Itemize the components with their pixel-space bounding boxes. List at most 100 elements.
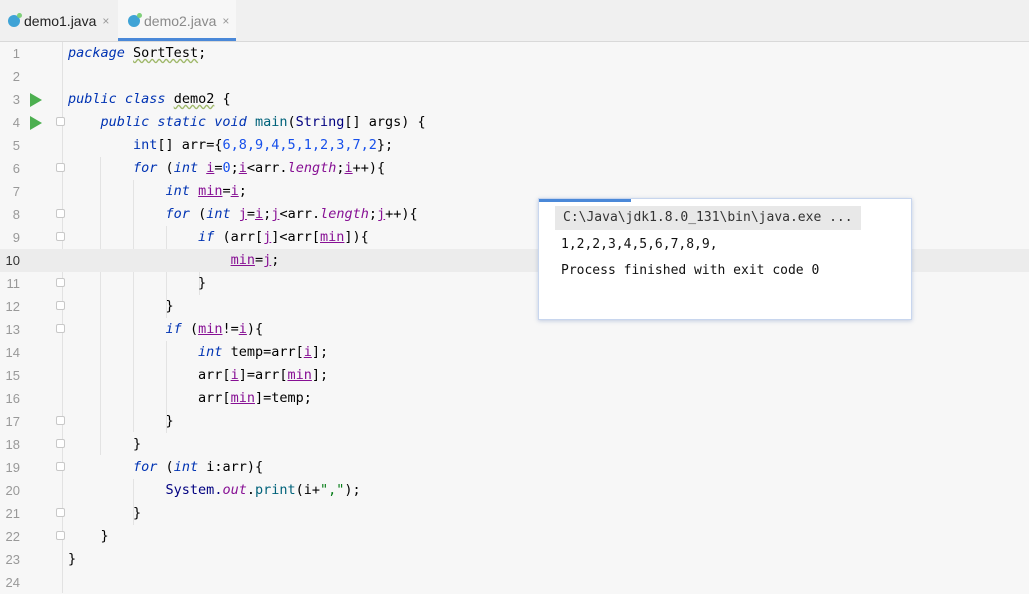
code-text: ++){ (385, 206, 418, 222)
line-number: 3 (12, 92, 20, 107)
variable: i (344, 160, 353, 176)
line-number: 1 (12, 46, 20, 61)
code-line: 14 int temp=arr[i]; (0, 341, 1029, 364)
fold-icon[interactable] (56, 117, 65, 126)
close-icon[interactable]: × (222, 14, 229, 28)
close-icon[interactable]: × (102, 14, 109, 28)
method-name: print (254, 482, 296, 498)
code-line: 21 } (0, 502, 1029, 525)
code-text: ( (181, 321, 199, 337)
code-text: <arr. (279, 206, 321, 222)
run-icon[interactable] (30, 93, 42, 107)
code-text: ( (157, 160, 174, 176)
field: length (287, 160, 337, 176)
code-line: 19 for (int i:arr){ (0, 456, 1029, 479)
fold-icon[interactable] (56, 439, 65, 448)
type-keyword: int (206, 206, 231, 222)
method-name: main (254, 114, 288, 130)
code-line: 20 System.out.print(i+","); (0, 479, 1029, 502)
fold-icon[interactable] (56, 324, 65, 333)
code-text: ]){ (344, 229, 369, 245)
number-literal: 0 (222, 160, 231, 176)
code-text: ; (230, 160, 239, 176)
variable: i (230, 183, 239, 199)
code-text: ; (238, 183, 247, 199)
line-number: 22 (5, 529, 20, 544)
line-number: 9 (12, 230, 20, 245)
variable: min (198, 183, 223, 199)
editor-tab-bar: demo1.java × demo2.java × (0, 0, 1029, 42)
code-text: arr[ (198, 367, 231, 383)
tab-label: demo2.java (144, 12, 217, 29)
tab-label: demo1.java (24, 12, 97, 29)
package-name: SortTest (133, 45, 199, 61)
run-output-popup[interactable]: C:\Java\jdk1.8.0_131\bin\java.exe ... 1,… (538, 198, 912, 320)
keyword: if (165, 321, 182, 337)
fold-icon[interactable] (56, 163, 65, 172)
line-number: 24 (5, 575, 20, 590)
code-text: <arr. (246, 160, 288, 176)
code-line: 15 arr[i]=arr[min]; (0, 364, 1029, 387)
fold-icon[interactable] (56, 232, 65, 241)
code-text: ; (271, 252, 280, 268)
code-line: 2 (0, 65, 1029, 88)
tab-demo1-java[interactable]: demo1.java × (8, 0, 109, 41)
process-status: Process finished with exit code 0 (561, 263, 820, 278)
code-line: 16 arr[min]=temp; (0, 387, 1029, 410)
active-tab-indicator (118, 38, 236, 41)
variable: min (287, 367, 312, 383)
code-line: 5 int[] arr={6,8,9,4,5,1,2,3,7,2}; (0, 134, 1029, 157)
code-text: ]=arr[ (238, 367, 288, 383)
code-text: { (214, 91, 231, 107)
code-text: ; (368, 206, 377, 222)
fold-icon[interactable] (56, 301, 65, 310)
type-keyword: int (133, 137, 158, 153)
code-text: [] args) { (344, 114, 426, 130)
line-number: 15 (5, 368, 20, 383)
code-line: 22 } (0, 525, 1029, 548)
line-number: 7 (12, 184, 20, 199)
keyword: for (133, 459, 158, 475)
code-text: }; (376, 137, 394, 153)
type-keyword: int (165, 183, 190, 199)
variable: i (238, 160, 247, 176)
fold-icon[interactable] (56, 209, 65, 218)
code-text: . (246, 482, 255, 498)
fold-icon[interactable] (56, 462, 65, 471)
code-text: = (254, 252, 264, 268)
type-keyword: int (173, 160, 199, 176)
code-line: 13 if (min!=i){ (0, 318, 1029, 341)
run-icon[interactable] (30, 116, 42, 130)
code-text: } (165, 413, 174, 429)
fold-icon[interactable] (56, 278, 65, 287)
code-text: } (133, 505, 142, 521)
code-text: } (198, 275, 207, 291)
code-text: ++){ (352, 160, 386, 176)
code-text: ){ (246, 321, 264, 337)
code-text: } (68, 551, 77, 567)
line-number: 10 (5, 253, 20, 268)
code-text: i:arr){ (198, 459, 264, 475)
line-number: 13 (5, 322, 20, 337)
line-number: 16 (5, 391, 20, 406)
line-number: 6 (12, 161, 20, 176)
field: length (320, 206, 369, 222)
fold-icon[interactable] (56, 416, 65, 425)
line-number: 11 (6, 276, 21, 291)
line-number: 18 (5, 437, 20, 452)
code-line: 6 for (int i=0;i<arr.length;i++){ (0, 157, 1029, 180)
variable: min (230, 252, 255, 268)
keyword: if (198, 229, 215, 245)
tab-demo2-java[interactable]: demo2.java × (118, 0, 236, 41)
line-number: 5 (12, 138, 20, 153)
code-line: 3 public class demo2 { (0, 88, 1029, 111)
fold-icon[interactable] (56, 531, 65, 540)
field: out (222, 482, 247, 498)
code-text: ( (157, 459, 174, 475)
number-literal: 6,8,9,4,5,1,2,3,7,2 (222, 137, 377, 153)
variable: min (198, 321, 223, 337)
variable: j (238, 206, 247, 222)
popup-accent-bar (539, 199, 631, 202)
fold-icon[interactable] (56, 508, 65, 517)
type-keyword: int (198, 344, 223, 360)
